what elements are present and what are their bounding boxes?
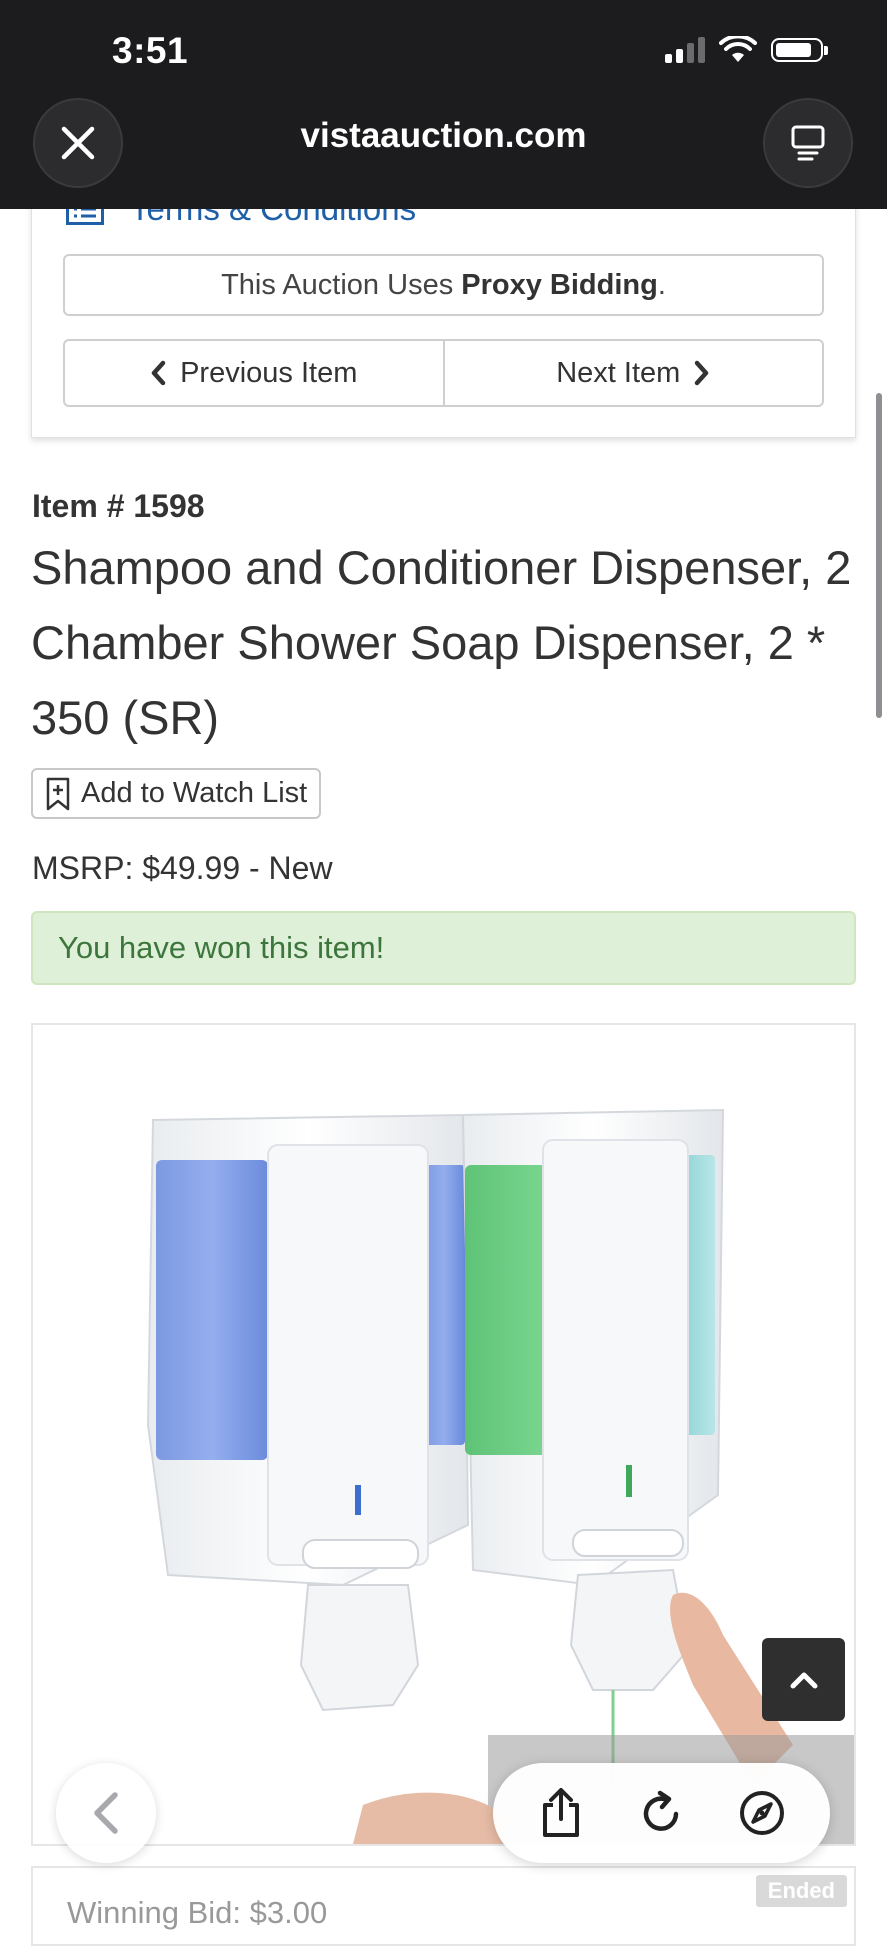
back-arrow-icon: [94, 1792, 118, 1834]
back-button[interactable]: [56, 1763, 156, 1863]
battery-icon: [771, 38, 828, 62]
product-image[interactable]: [31, 1023, 856, 1846]
share-icon: [543, 1788, 580, 1837]
previous-item-label: Previous Item: [180, 356, 358, 389]
wifi-icon: [719, 36, 757, 62]
compass-icon: [739, 1791, 784, 1835]
page-scrollbar[interactable]: [876, 393, 882, 718]
won-item-alert: You have won this item!: [31, 911, 856, 985]
proxy-suffix: .: [657, 268, 666, 301]
watch-list-label: Add to Watch List: [81, 777, 308, 809]
winning-bid-text: Winning Bid: $3.00: [67, 1895, 328, 1930]
proxy-bold: Proxy Bidding: [461, 268, 658, 301]
add-to-watch-list-button[interactable]: Add to Watch List: [31, 768, 322, 819]
reload-icon: [644, 1790, 679, 1831]
reader-mode-icon: [791, 125, 825, 161]
url-label[interactable]: vistaauction.com: [0, 116, 887, 156]
item-number: Item # 1598: [32, 488, 205, 524]
bid-status-card: Winning Bid: $3.00 Ended: [31, 1866, 856, 1946]
status-icons: [665, 36, 828, 64]
browser-toolbar: [493, 1763, 830, 1863]
chevron-left-icon: [151, 360, 166, 386]
cellular-signal-icon: [665, 37, 705, 63]
reload-button[interactable]: [631, 1783, 691, 1843]
item-navigation: Previous Item Next Item: [63, 339, 824, 407]
proxy-bidding-notice: This Auction Uses Proxy Bidding.: [63, 254, 824, 316]
next-item-button[interactable]: Next Item: [444, 339, 824, 407]
compass-button[interactable]: [732, 1783, 792, 1843]
item-title: Shampoo and Conditioner Dispenser, 2 Cha…: [31, 541, 852, 744]
auction-info-card: Terms & Conditions This Auction Uses Pro…: [31, 180, 856, 438]
reader-mode-button[interactable]: [763, 98, 853, 188]
status-badge: Ended: [755, 1875, 847, 1907]
won-message: You have won this item!: [58, 930, 385, 965]
scroll-to-top-button[interactable]: [762, 1638, 845, 1721]
share-button[interactable]: [531, 1783, 591, 1843]
bookmark-plus-icon: [46, 777, 70, 810]
previous-item-button[interactable]: Previous Item: [63, 339, 445, 407]
proxy-prefix: This Auction Uses: [221, 268, 462, 301]
next-item-label: Next Item: [556, 356, 681, 389]
status-time: 3:51: [112, 30, 189, 71]
chevron-right-icon: [695, 360, 709, 386]
msrp-text: MSRP: $49.99 - New: [32, 850, 333, 886]
soap-dispenser-illustration: [146, 1108, 854, 1844]
chevron-up-icon: [790, 1672, 817, 1688]
browser-chrome: 3:51 vistaauction.com: [0, 0, 887, 209]
